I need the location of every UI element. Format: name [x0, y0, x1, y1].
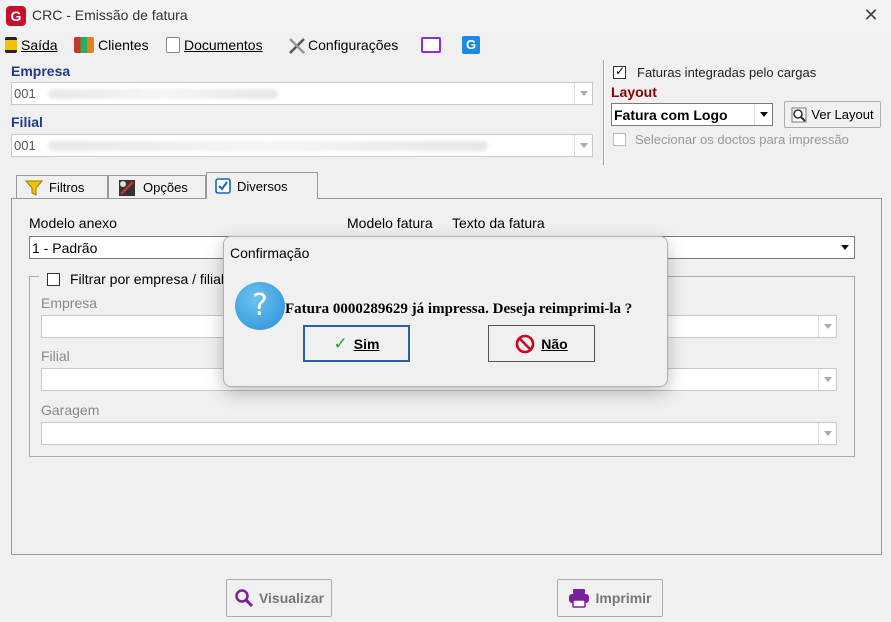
yes-label: Sim: [353, 335, 380, 352]
menu-bar: Saída Clientes Documentos Configurações …: [0, 32, 891, 58]
search-icon: [235, 589, 253, 608]
imprimir-label: Imprimir: [595, 590, 652, 606]
printer-icon: [569, 589, 590, 608]
chevron-down-icon[interactable]: [754, 104, 772, 125]
modelo-fatura-label: Modelo fatura: [347, 215, 433, 231]
clients-icon: [74, 37, 94, 53]
prohibited-icon: [515, 334, 535, 353]
tab-diversos[interactable]: Diversos: [206, 172, 318, 199]
tab-label: Opções: [143, 180, 188, 195]
empresa-value: 001: [14, 86, 36, 101]
faturas-integradas-checkbox[interactable]: [613, 64, 626, 79]
dialog-title: Confirmação: [230, 245, 310, 261]
tab-opcoes[interactable]: Opções: [108, 175, 206, 199]
filial-label: Filial: [11, 114, 43, 130]
dialog-message: Fatura 0000289629 já impressa. Deseja re…: [285, 301, 633, 317]
exit-door-icon: [5, 37, 17, 53]
layout-combo[interactable]: Fatura com Logo: [611, 103, 773, 126]
question-icon: ?: [235, 282, 285, 330]
imprimir-button[interactable]: Imprimir: [557, 579, 663, 617]
chevron-down-icon[interactable]: [574, 135, 592, 156]
no-label: Não: [541, 335, 568, 352]
menu-item-label: Clientes: [98, 37, 149, 53]
filtrar-checkbox[interactable]: [47, 273, 60, 286]
texto-fatura-label: Texto da fatura: [452, 215, 545, 231]
empresa-combo[interactable]: 001: [11, 82, 593, 105]
modelo-anexo-value: 1 - Padrão: [32, 240, 98, 256]
selecionar-doctos-label: Selecionar os doctos para impressão: [635, 132, 849, 147]
app-logo-icon: G: [6, 6, 26, 26]
menu-item-configuracoes[interactable]: Configurações: [288, 35, 398, 55]
chevron-down-icon[interactable]: [574, 83, 592, 104]
filial-value: 001: [14, 138, 36, 153]
redacted-text: [48, 89, 278, 99]
tab-filtros[interactable]: Filtros: [16, 175, 108, 199]
filtrar-label: Filtrar por empresa / filial e: [70, 271, 236, 287]
yes-button[interactable]: ✓ Sim: [303, 325, 410, 362]
menu-item-saida[interactable]: Saída: [5, 35, 58, 55]
check-square-icon: [215, 178, 231, 194]
ver-layout-label: Ver Layout: [811, 107, 874, 122]
chevron-down-icon[interactable]: [818, 423, 836, 444]
filial-combo[interactable]: 001: [11, 134, 593, 157]
menu-item-label: Configurações: [308, 37, 399, 53]
vertical-divider: [603, 60, 605, 165]
layout-label: Layout: [611, 84, 657, 100]
window-title: CRC - Emissão de fatura: [32, 7, 188, 23]
tab-label: Diversos: [237, 178, 288, 194]
title-bar: G CRC - Emissão de fatura ✕: [0, 0, 891, 32]
g-logo-button[interactable]: G: [462, 35, 480, 55]
g-logo-icon: G: [462, 36, 480, 54]
modelo-anexo-label: Modelo anexo: [29, 215, 117, 231]
options-icon: [119, 179, 135, 196]
menu-item-documentos[interactable]: Documentos: [166, 35, 263, 55]
chevron-down-icon[interactable]: [818, 316, 836, 337]
magnifier-icon: [791, 107, 807, 122]
menu-item-label: Saída: [21, 37, 58, 53]
menu-item-label: Documentos: [184, 37, 263, 53]
redacted-text: [48, 141, 488, 151]
layout-value: Fatura com Logo: [614, 107, 728, 123]
documents-icon: [166, 37, 180, 53]
visualizar-button[interactable]: Visualizar: [226, 579, 332, 617]
empresa-label: Empresa: [11, 63, 71, 79]
chevron-down-icon[interactable]: [818, 369, 836, 390]
selecionar-doctos-checkbox[interactable]: [613, 133, 626, 146]
checkmark-icon: ✓: [333, 333, 348, 353]
tab-label: Filtros: [49, 180, 85, 195]
filial-filter-label: Filial: [41, 348, 70, 364]
monitor-button[interactable]: [421, 35, 441, 55]
confirmation-dialog: Confirmação ? Fatura 0000289629 já impre…: [223, 236, 668, 387]
empresa-filter-label: Empresa: [41, 295, 98, 311]
visualizar-label: Visualizar: [258, 590, 325, 606]
garagem-filter-combo[interactable]: [41, 422, 837, 445]
monitor-icon: [421, 37, 441, 53]
faturas-integradas-label: Faturas integradas pelo cargas: [637, 65, 817, 80]
no-button[interactable]: Não: [488, 325, 595, 362]
filter-funnel-icon: [25, 180, 43, 196]
chevron-down-icon[interactable]: [836, 237, 854, 258]
garagem-filter-label: Garagem: [41, 402, 100, 418]
tools-icon: [288, 37, 305, 54]
menu-item-clientes[interactable]: Clientes: [74, 35, 149, 55]
ver-layout-button[interactable]: Ver Layout: [784, 101, 881, 128]
close-icon[interactable]: ✕: [861, 5, 881, 26]
